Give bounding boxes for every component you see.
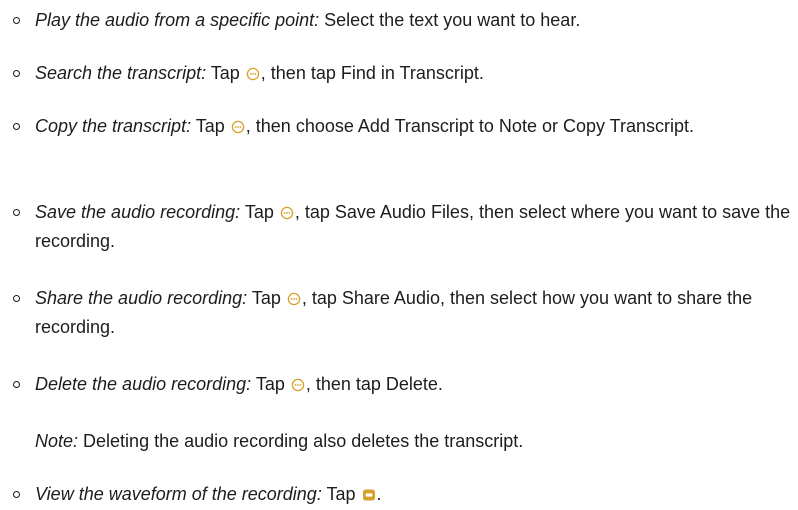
list-item-view-waveform: View the waveform of the recording: Tap …	[13, 480, 796, 509]
list-item-search-transcript: Search the transcript: Tap , then tap Fi…	[13, 59, 796, 88]
item-text: Tap	[251, 374, 290, 394]
list-item-share-audio: Share the audio recording: Tap , tap Sha…	[13, 284, 796, 342]
more-icon	[291, 378, 305, 392]
bullet-icon	[13, 295, 20, 302]
item-text: Tap	[206, 63, 245, 83]
list-item-play-from-point: Play the audio from a specific point: Se…	[13, 6, 796, 35]
note-label: Note:	[35, 431, 79, 451]
bullet-icon	[13, 381, 20, 388]
item-term: Search the transcript:	[35, 63, 207, 83]
item-text: Tap	[247, 288, 286, 308]
note: Note: Deleting the audio recording also …	[35, 427, 523, 456]
item-term: Delete the audio recording:	[35, 374, 252, 394]
item-text: , then tap Delete.	[305, 374, 443, 394]
item-text: Tap	[321, 484, 361, 504]
waveform-icon	[362, 488, 376, 502]
bullet-icon	[13, 491, 20, 498]
bullet-icon	[13, 209, 20, 216]
item-term: Play the audio from a specific point:	[35, 10, 320, 30]
item-term: Share the audio recording:	[35, 288, 248, 308]
item-text: Select the text you want to hear.	[319, 10, 581, 30]
item-text: Tap	[191, 116, 230, 136]
list-item-copy-transcript: Copy the transcript: Tap , then choose A…	[13, 112, 796, 141]
item-text: , then tap Find in Transcript.	[260, 63, 484, 83]
item-text: .	[376, 484, 382, 504]
item-term: Save the audio recording:	[35, 202, 241, 222]
more-icon	[246, 67, 260, 81]
list-item-delete-audio: Delete the audio recording: Tap , then t…	[13, 370, 796, 399]
note-text: Deleting the audio recording also delete…	[78, 431, 524, 451]
item-term: Copy the transcript:	[35, 116, 192, 136]
list-item-save-audio: Save the audio recording: Tap , tap Save…	[13, 198, 796, 256]
more-icon	[280, 206, 294, 220]
bullet-icon	[13, 123, 20, 130]
more-icon	[231, 120, 245, 134]
item-term: View the waveform of the recording:	[35, 484, 322, 504]
bullet-icon	[13, 17, 20, 24]
item-text: Tap	[240, 202, 279, 222]
bullet-icon	[13, 70, 20, 77]
more-icon	[287, 292, 301, 306]
item-text: , then choose Add Transcript to Note or …	[245, 116, 695, 136]
